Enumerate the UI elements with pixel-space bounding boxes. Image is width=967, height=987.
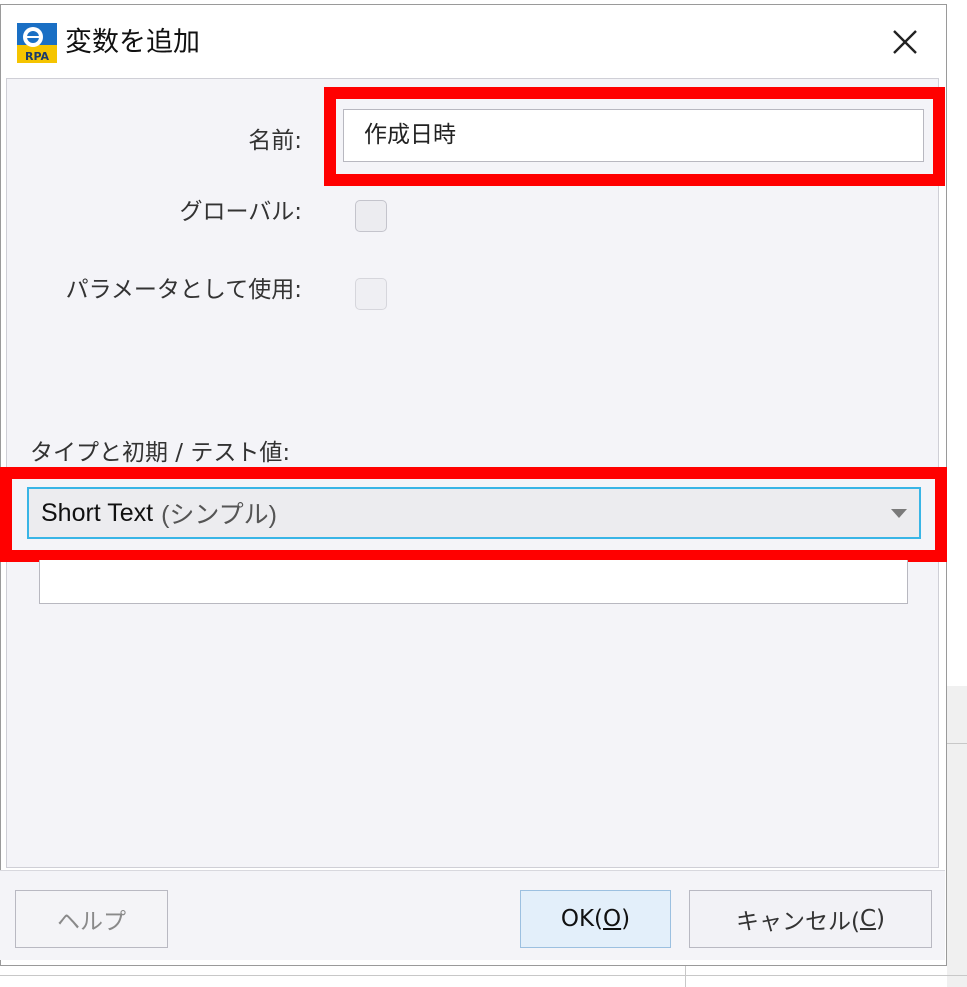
cancel-button[interactable]: キャンセル(C) [689,890,932,948]
ok-button[interactable]: OK(O) [520,890,671,948]
global-label: グローバル: [179,199,302,225]
rpa-app-icon: RPA [17,23,57,63]
help-button[interactable]: ヘルプ [15,890,168,948]
cancel-button-label-end: ) [876,906,886,932]
app-icon-text: RPA [25,50,50,63]
global-checkbox[interactable] [355,200,387,232]
type-dropdown-subvalue: (シンプル) [161,501,278,529]
ok-button-label-end: ) [621,906,631,932]
type-label: タイプと初期 / テスト値: [30,440,291,466]
use-as-parameter-checkbox[interactable] [355,278,387,310]
cancel-button-mnemonic: C [859,906,877,932]
ok-button-mnemonic: O [603,906,622,932]
type-dropdown-value: Short Text [41,498,154,527]
chevron-down-icon [891,509,907,518]
initial-value-input[interactable] [39,560,908,604]
close-icon [893,30,917,54]
close-button[interactable] [879,19,931,65]
title-bar: RPA 変数を追加 [1,5,946,79]
use-as-parameter-label: パラメータとして使用: [65,277,302,303]
ok-button-label: OK( [560,906,604,932]
background-divider [947,743,967,744]
name-label: 名前: [248,128,302,154]
background-window-strip [947,686,967,987]
dialog-title: 変数を追加 [65,27,200,58]
background-divider [685,966,686,987]
type-dropdown[interactable]: Short Text (シンプル) [27,487,921,539]
background-divider [0,975,967,976]
cancel-button-label: キャンセル( [735,909,860,935]
name-input[interactable]: 作成日時 [343,109,924,162]
